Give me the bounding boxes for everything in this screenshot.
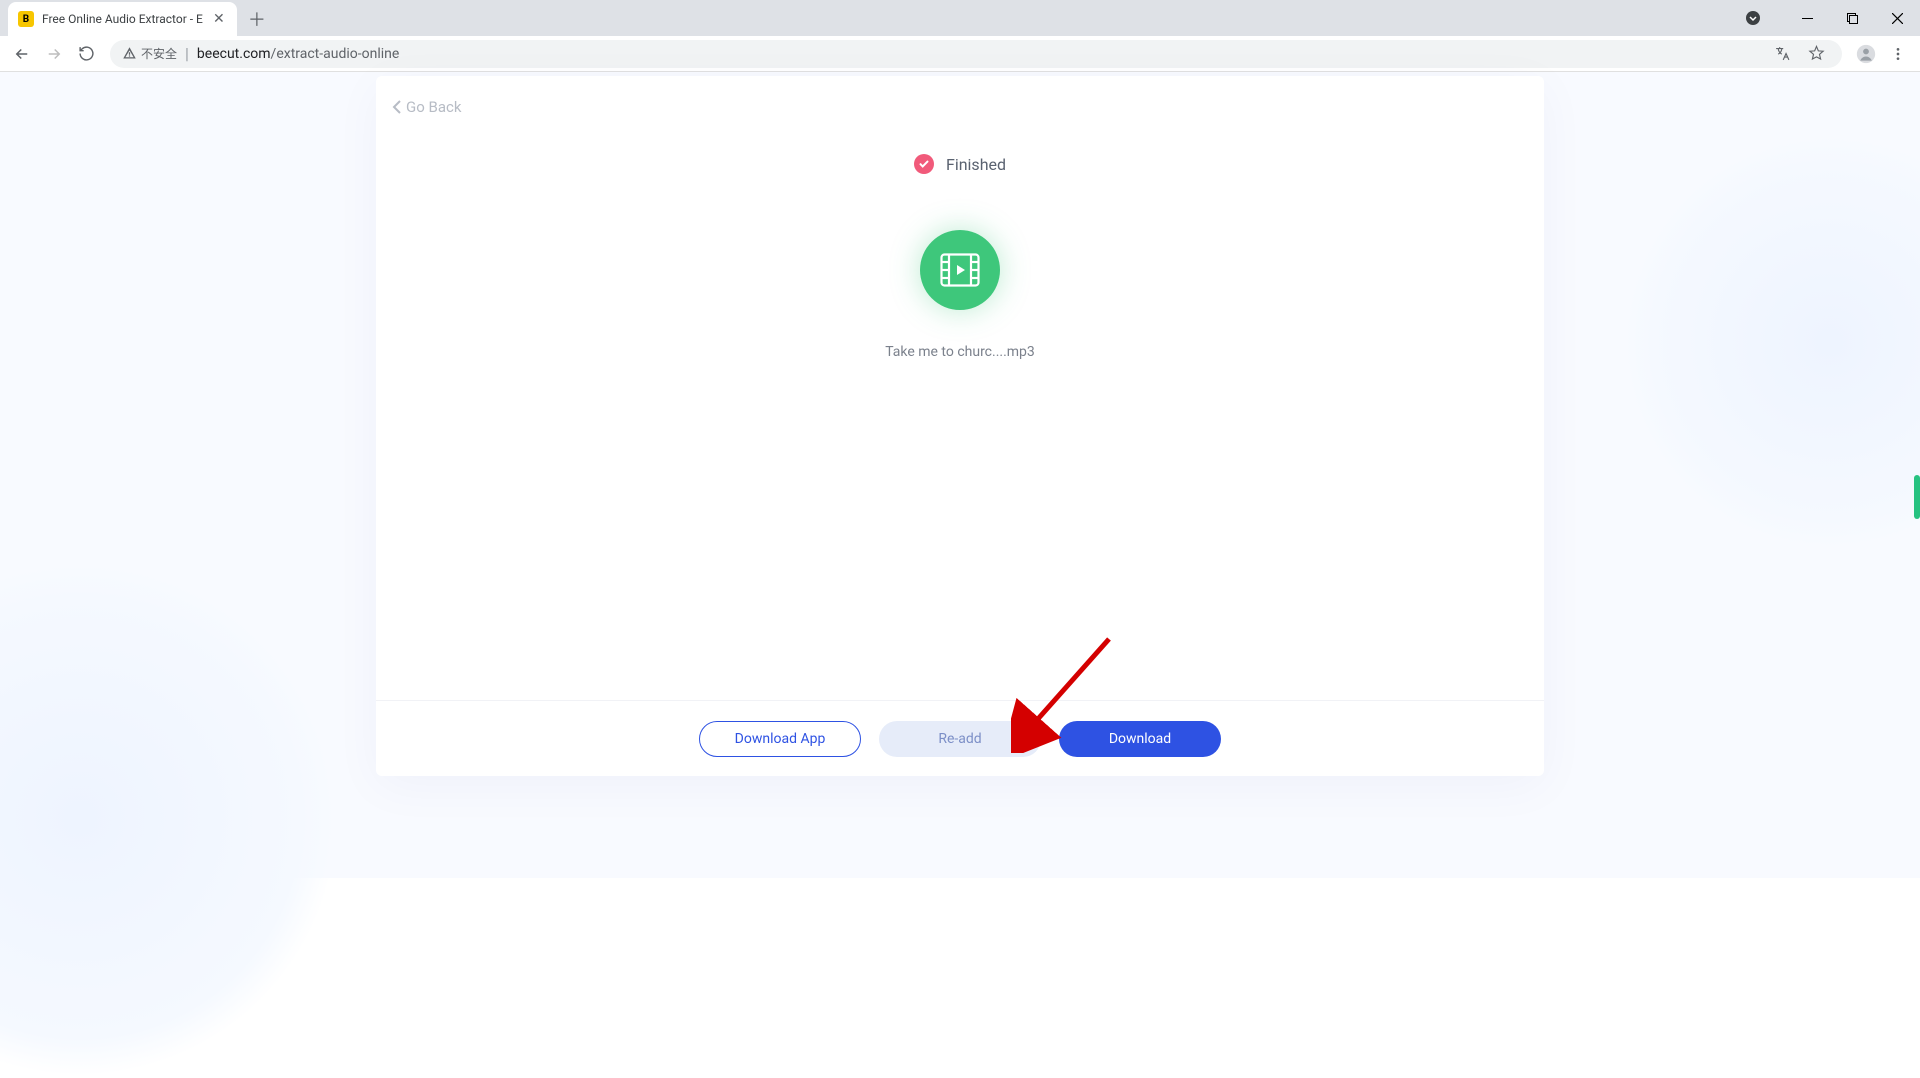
profile-avatar-icon[interactable]: [1852, 40, 1880, 68]
address-bar-row: 不安全 | beecut.com/extract-audio-online: [0, 36, 1920, 72]
security-warning-icon[interactable]: 不安全: [122, 45, 177, 62]
tab-title: Free Online Audio Extractor - E: [42, 12, 203, 26]
go-back-label: Go Back: [406, 98, 461, 116]
video-file-icon: [920, 230, 1000, 310]
scrollbar-thumb[interactable]: [1914, 475, 1920, 519]
tab-favicon-icon: B: [18, 11, 34, 27]
readd-button[interactable]: Re-add: [879, 721, 1041, 757]
kebab-menu-icon[interactable]: [1884, 40, 1912, 68]
file-name: Take me to churc....mp3: [885, 344, 1035, 360]
status-row: Finished: [376, 154, 1544, 174]
browser-chrome: B Free Online Audio Extractor - E ✕ ＋: [0, 0, 1920, 72]
finished-check-icon: [914, 154, 934, 174]
tab-close-icon[interactable]: ✕: [211, 11, 227, 27]
url-path: /extract-audio-online: [271, 46, 400, 62]
browser-tab[interactable]: B Free Online Audio Extractor - E ✕: [8, 2, 237, 36]
window-close-button[interactable]: [1875, 3, 1920, 33]
download-button[interactable]: Download: [1059, 721, 1221, 757]
page-content-area: Go Back Finished: [0, 72, 1920, 878]
url-domain: beecut.com: [197, 46, 271, 62]
new-tab-button[interactable]: ＋: [243, 5, 271, 33]
url-text: beecut.com/extract-audio-online: [197, 46, 399, 62]
account-circle-icon[interactable]: [1730, 3, 1775, 33]
nav-back-button[interactable]: [8, 40, 36, 68]
address-bar[interactable]: 不安全 | beecut.com/extract-audio-online: [110, 40, 1842, 68]
action-bar: Download App Re-add Download: [376, 700, 1544, 776]
go-back-link[interactable]: Go Back: [392, 98, 461, 116]
window-minimize-button[interactable]: [1785, 3, 1830, 33]
file-block: Take me to churc....mp3: [376, 230, 1544, 360]
nav-forward-button: [40, 40, 68, 68]
download-app-button[interactable]: Download App: [699, 721, 861, 757]
translate-icon[interactable]: [1768, 40, 1796, 68]
address-divider: |: [185, 44, 189, 63]
nav-reload-button[interactable]: [72, 40, 100, 68]
window-controls: [1730, 0, 1920, 36]
window-maximize-button[interactable]: [1830, 3, 1875, 33]
status-label: Finished: [946, 155, 1006, 174]
extractor-card: Go Back Finished: [376, 76, 1544, 776]
security-label: 不安全: [141, 45, 177, 62]
bookmark-star-icon[interactable]: [1802, 40, 1830, 68]
tab-bar: B Free Online Audio Extractor - E ✕ ＋: [0, 0, 1920, 36]
